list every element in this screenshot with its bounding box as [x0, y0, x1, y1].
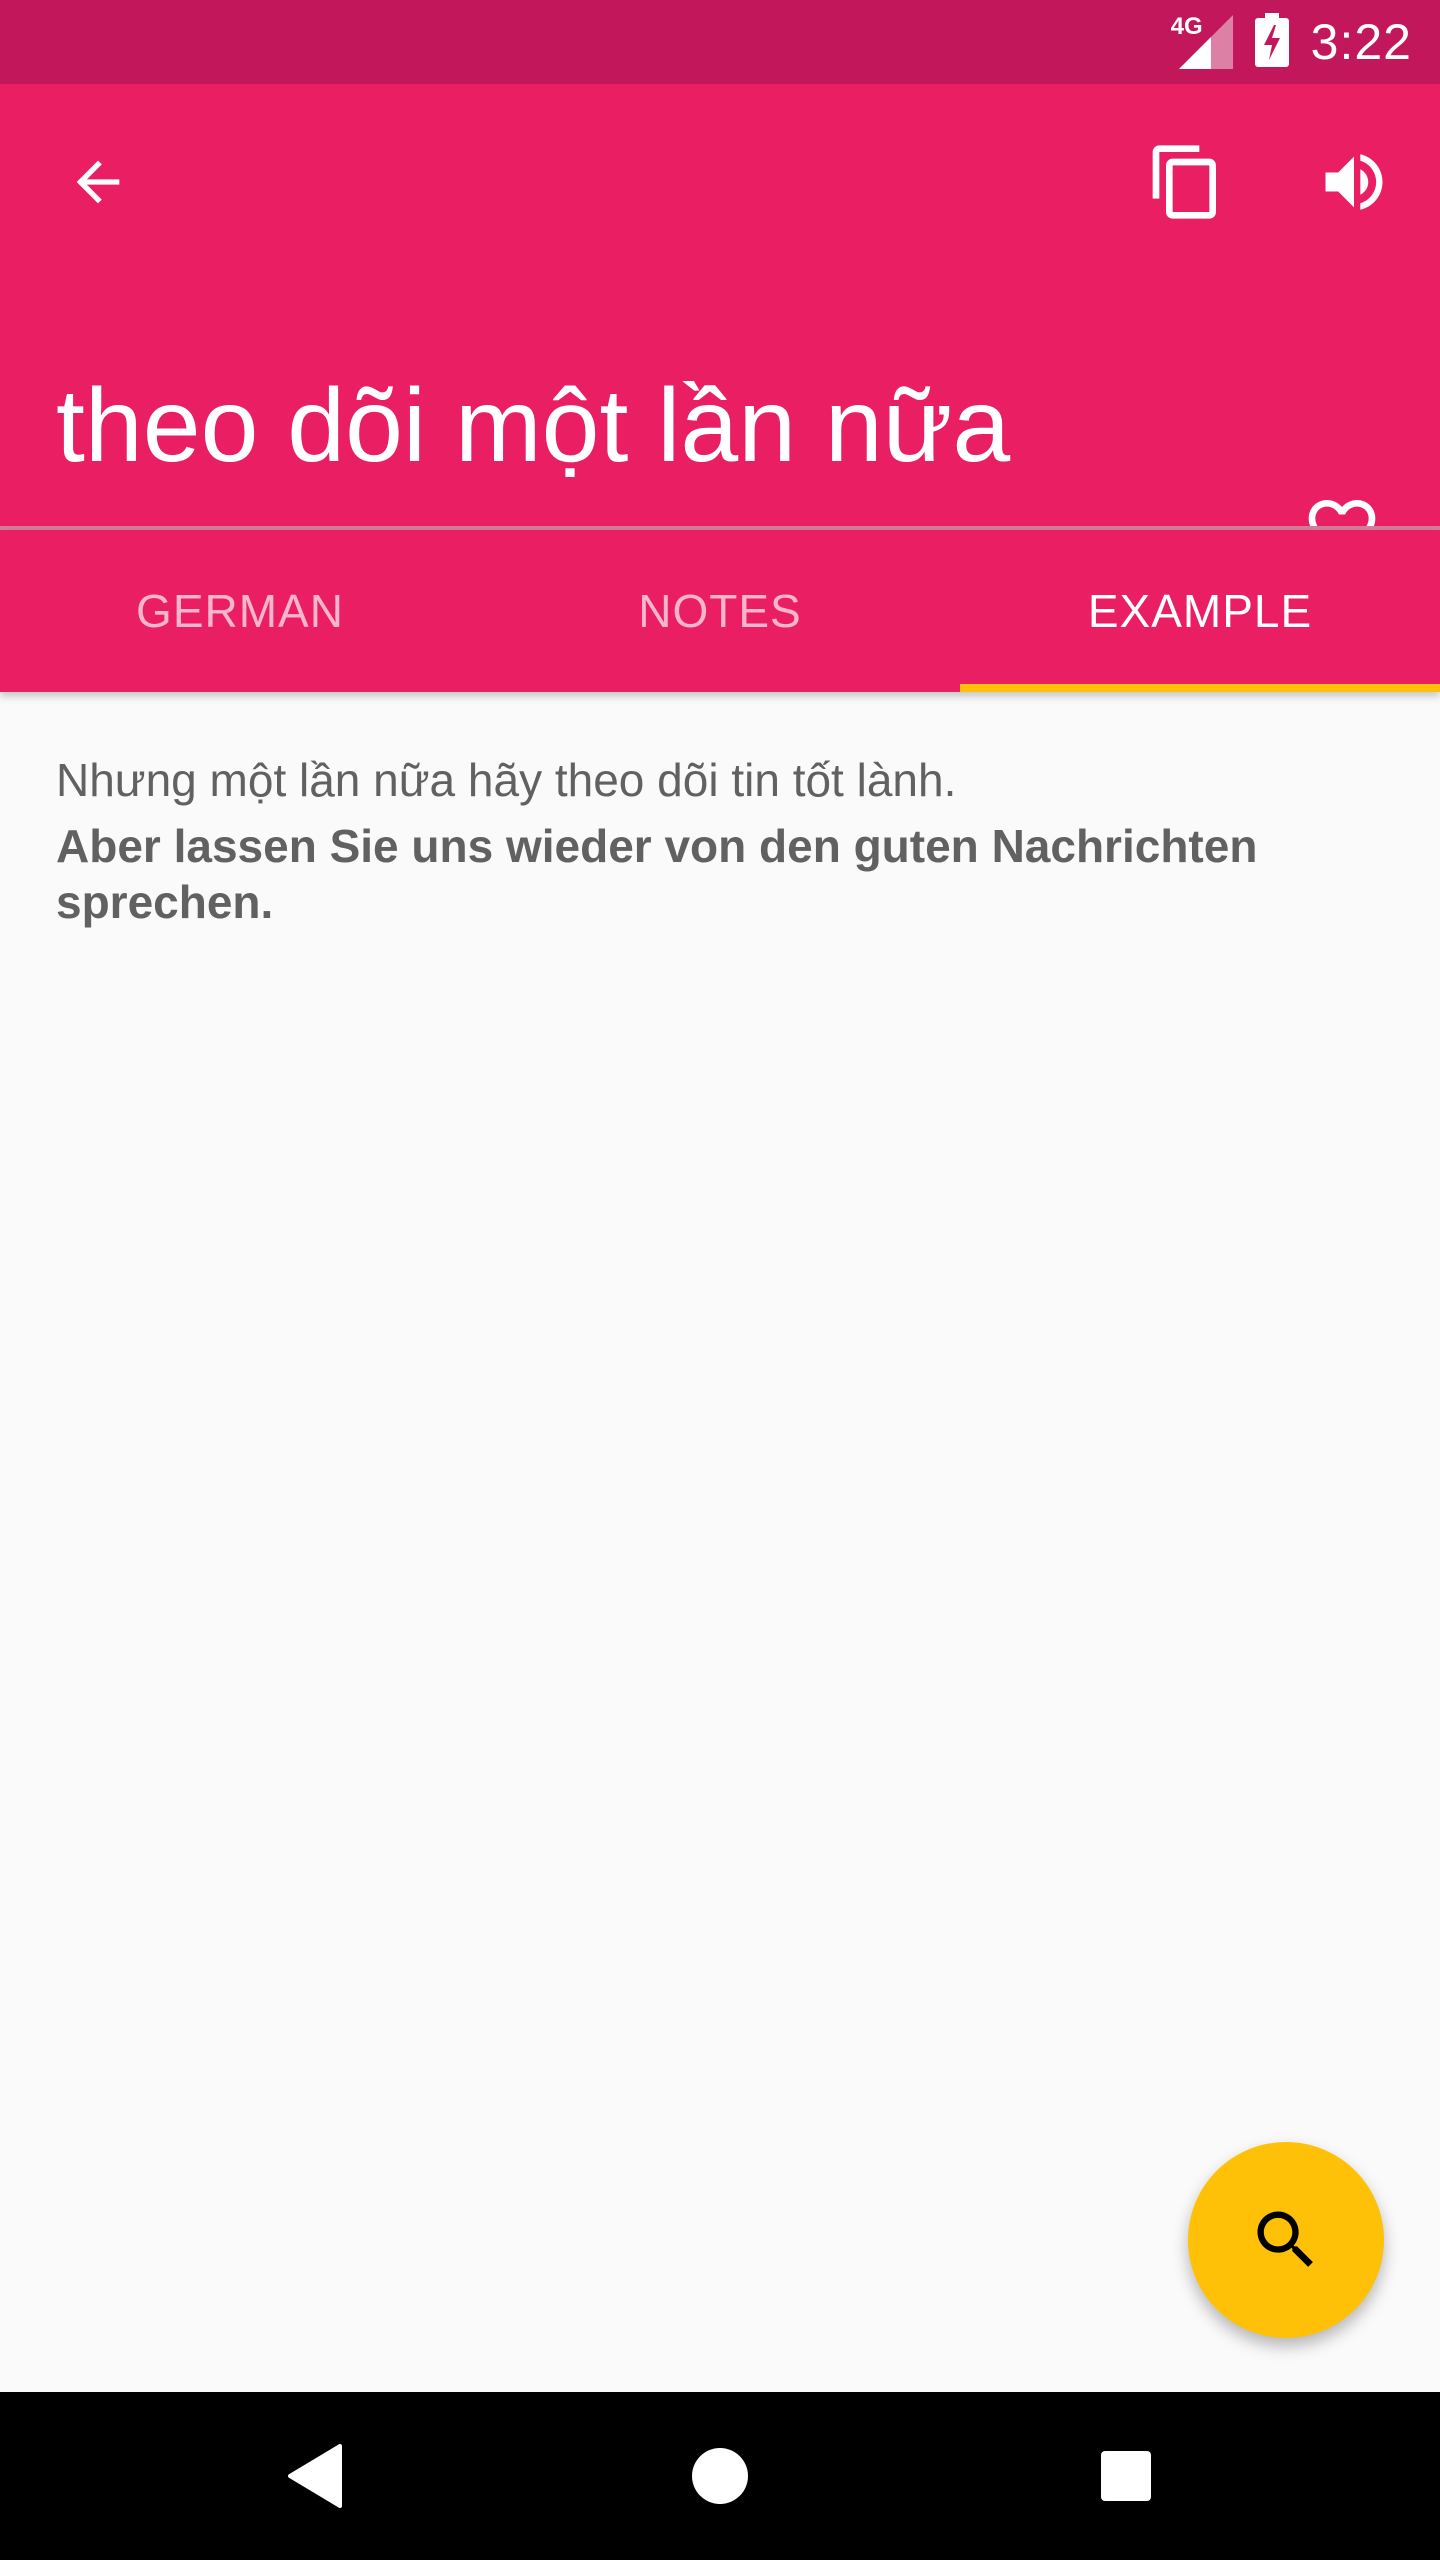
tab-example[interactable]: EXAMPLE — [960, 530, 1440, 692]
status-bar-indicators: 4G 3:22 — [1171, 0, 1412, 84]
example-source-text: Nhưng một lần nữa hãy theo dõi tin tốt l… — [56, 754, 957, 806]
nav-home-button[interactable] — [670, 2426, 770, 2526]
copy-icon — [1152, 145, 1216, 219]
nav-recents-icon — [1101, 2451, 1151, 2501]
copy-button[interactable] — [1138, 134, 1234, 230]
back-button[interactable] — [50, 134, 146, 230]
example-content: Nhưng một lần nữa hãy theo dõi tin tốt l… — [56, 748, 1376, 930]
tab-bar: GERMAN NOTES EXAMPLE — [0, 530, 1440, 692]
nav-home-icon — [692, 2448, 748, 2504]
nav-recents-button[interactable] — [1076, 2426, 1176, 2526]
page-title: theo dõi một lần nữa — [56, 368, 1011, 484]
tab-notes[interactable]: NOTES — [480, 530, 960, 692]
arrow-back-icon — [76, 160, 120, 204]
clock-time: 3:22 — [1310, 14, 1412, 70]
search-icon — [1257, 2211, 1313, 2267]
system-nav-bar — [0, 2392, 1440, 2560]
status-bar: 4G 3:22 — [0, 0, 1440, 84]
nav-back-icon — [288, 2444, 342, 2508]
app-bar: theo dõi một lần nữa — [0, 84, 1440, 562]
battery-charging-icon — [1254, 12, 1289, 72]
tab-german[interactable]: GERMAN — [0, 530, 480, 692]
signal-4g-icon: 4G — [1171, 15, 1233, 69]
example-translation-text: Aber lassen Sie uns wieder von den guten… — [56, 820, 1258, 928]
search-fab[interactable] — [1188, 2142, 1384, 2338]
nav-back-button[interactable] — [266, 2426, 366, 2526]
speak-button[interactable] — [1306, 134, 1402, 230]
volume-up-icon — [1325, 154, 1383, 210]
